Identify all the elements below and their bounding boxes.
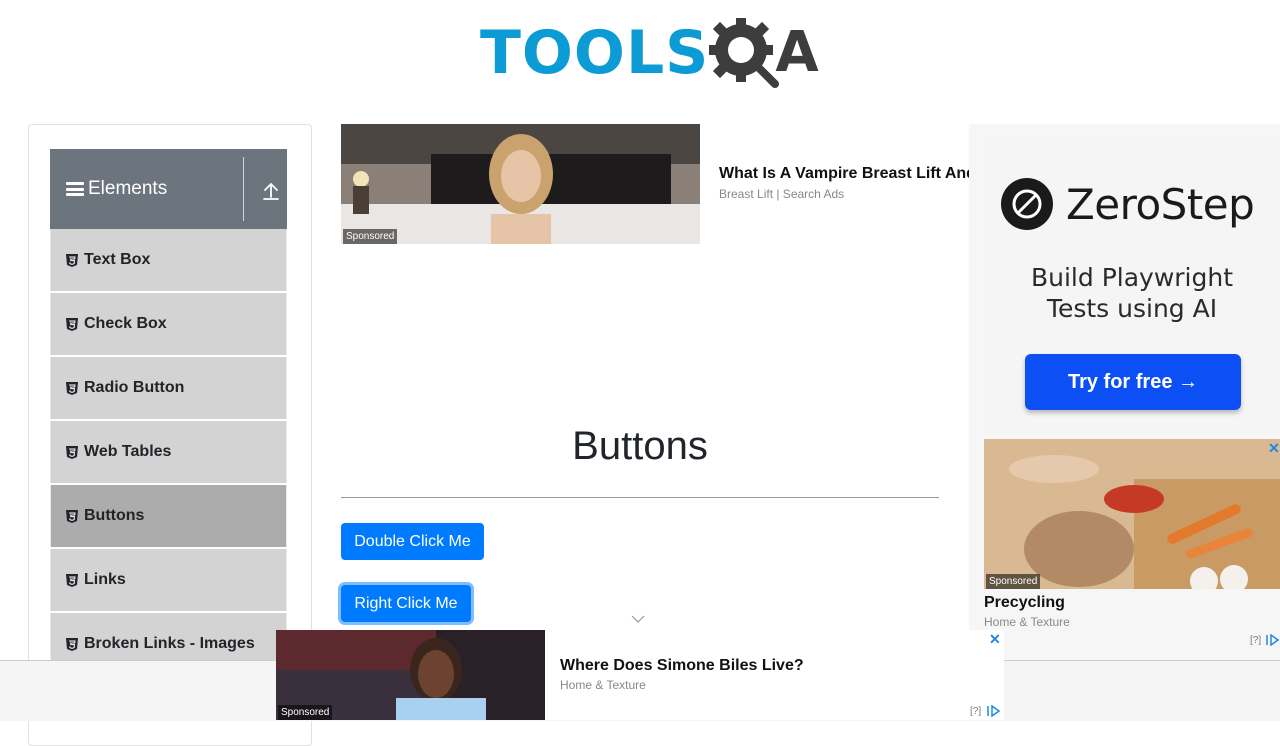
adchoices-icon[interactable] bbox=[1266, 634, 1280, 646]
sidebar-item-check-box[interactable]: Check Box bbox=[50, 293, 287, 355]
html-icon bbox=[66, 637, 78, 651]
logo-text-tools: TOOLS bbox=[480, 18, 710, 88]
precycling-title[interactable]: Precycling bbox=[984, 594, 1065, 612]
bottom-ad-source: Home & Texture bbox=[560, 678, 646, 692]
sidebar-item-label: Buttons bbox=[84, 507, 145, 524]
sidebar-group-elements[interactable]: Elements bbox=[50, 149, 287, 229]
html-icon bbox=[66, 573, 78, 587]
menu-icon bbox=[66, 182, 84, 196]
close-icon[interactable]: ✕ bbox=[1268, 440, 1280, 457]
zerostep-headline-line2: Tests using AI bbox=[1046, 294, 1218, 323]
ad-photo bbox=[341, 124, 700, 244]
sidebar-item-links[interactable]: Links bbox=[50, 549, 287, 611]
logo-text-a: A bbox=[775, 20, 819, 85]
collapse-up-icon[interactable] bbox=[262, 181, 280, 201]
sponsored-ad-image[interactable]: Sponsored bbox=[341, 124, 700, 244]
zerostep-logo-icon bbox=[1001, 178, 1053, 230]
try-for-free-button[interactable]: Try for free → bbox=[1025, 354, 1241, 410]
zerostep-headline-line1: Build Playwright bbox=[1030, 263, 1234, 292]
bottom-ad-image[interactable]: Sponsored bbox=[276, 630, 545, 720]
sidebar-item-label: Radio Button bbox=[84, 379, 185, 396]
html-icon bbox=[66, 253, 78, 267]
html-icon bbox=[66, 317, 78, 331]
precycling-ad-image[interactable]: Sponsored bbox=[984, 439, 1280, 589]
html-icon bbox=[66, 381, 78, 395]
sidebar-item-web-tables[interactable]: Web Tables bbox=[50, 421, 287, 483]
chevron-down-icon[interactable] bbox=[630, 614, 646, 624]
zerostep-brand: ZeroStep bbox=[1066, 180, 1255, 229]
sidebar-item-label: Check Box bbox=[84, 315, 167, 332]
right-click-button[interactable]: Right Click Me bbox=[341, 585, 471, 622]
sponsored-label: Sponsored bbox=[343, 229, 398, 244]
close-icon[interactable]: ✕ bbox=[989, 631, 1001, 648]
sidebar-item-radio-button[interactable]: Radio Button bbox=[50, 357, 287, 419]
double-click-button[interactable]: Double Click Me bbox=[341, 523, 484, 560]
page-title: Buttons bbox=[572, 424, 708, 468]
ad-headline[interactable]: What Is A Vampire Breast Lift And bbox=[719, 165, 974, 183]
ad-source: Breast Lift | Search Ads bbox=[719, 187, 845, 201]
sidebar-item-label: Broken Links - Images bbox=[84, 635, 255, 652]
html-icon bbox=[66, 445, 78, 459]
precycling-source: Home & Texture bbox=[984, 615, 1070, 629]
sponsored-label: Sponsored bbox=[986, 574, 1041, 589]
bottom-ad-title[interactable]: Where Does Simone Biles Live? bbox=[560, 657, 804, 675]
ad-info-link[interactable]: [?] bbox=[970, 706, 981, 717]
adchoices-icon[interactable] bbox=[987, 705, 1001, 717]
sidebar-item-label: Web Tables bbox=[84, 443, 172, 460]
sidebar-group-title: Elements bbox=[88, 178, 168, 199]
sidebar-item-label: Links bbox=[84, 571, 126, 588]
header-divider bbox=[243, 157, 244, 221]
sidebar-item-text-box[interactable]: Text Box bbox=[50, 229, 287, 291]
site-logo[interactable]: TOOLS A bbox=[480, 15, 819, 91]
sponsored-label: Sponsored bbox=[278, 705, 333, 720]
ad-info-link[interactable]: [?] bbox=[1250, 635, 1261, 646]
sidebar-item-label: Text Box bbox=[84, 251, 151, 268]
zerostep-headline: Build Playwright Tests using AI bbox=[984, 262, 1280, 324]
html-icon bbox=[66, 509, 78, 523]
ad-photo bbox=[984, 439, 1280, 589]
sidebar-item-buttons[interactable]: Buttons bbox=[50, 485, 287, 547]
gear-magnifier-icon bbox=[709, 18, 780, 88]
sidebar-menu: Text Box Check Box Radio Button Web Tabl… bbox=[50, 229, 287, 677]
title-divider bbox=[341, 497, 939, 498]
